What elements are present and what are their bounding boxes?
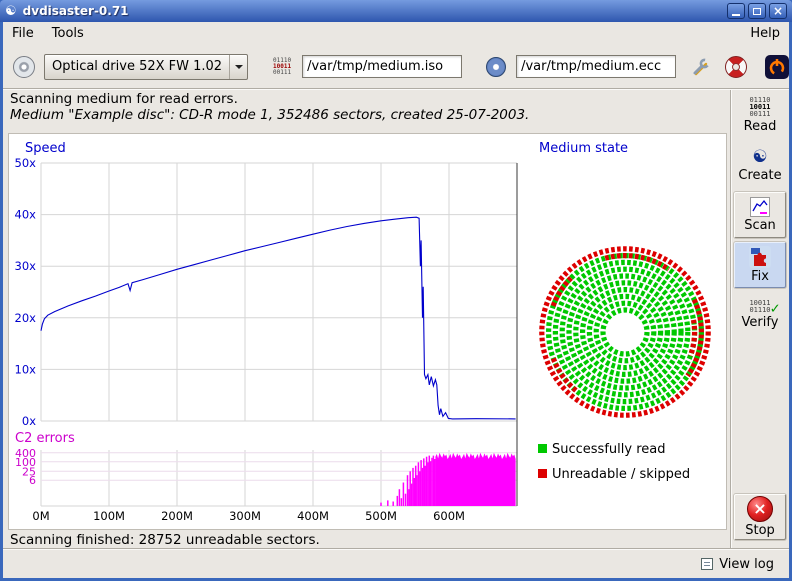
close-icon: ×: [773, 5, 783, 17]
sidebar-separator: [730, 90, 732, 548]
charts-svg: Speed Medium state C2 errors 0M 100M 200M 3…: [9, 134, 726, 529]
quit-button[interactable]: [762, 50, 792, 84]
x-axis-tick: 200M: [161, 509, 193, 523]
chart-panel: Speed Medium state C2 errors 0M 100M 200M 3…: [8, 133, 727, 530]
read-button[interactable]: 01110 10011 00111 Read: [734, 92, 786, 138]
drive-button[interactable]: [9, 50, 39, 84]
binary-icon: 01110 10011 00111: [749, 97, 770, 118]
optical-disc-icon: [13, 56, 35, 78]
ecc-file-button[interactable]: [481, 50, 511, 84]
x-axis-tick: 300M: [229, 509, 261, 523]
c2-area: [435, 453, 515, 506]
binary-row: 01110: [749, 307, 770, 314]
fix-button[interactable]: Fix: [734, 242, 786, 288]
legend-error-swatch: [538, 469, 547, 478]
c2-axis-tick: 6: [29, 474, 36, 487]
ecc-file-icon: [486, 57, 506, 77]
window-title: dvdisaster-0.71: [23, 4, 129, 18]
x-axis-tick: 600M: [433, 509, 465, 523]
status-message: Scanning medium for read errors.: [10, 91, 529, 107]
speed-axis-tick: 30x: [15, 259, 37, 273]
tools-button[interactable]: [686, 50, 716, 84]
chevron-down-icon: [229, 55, 247, 79]
speed-axis-tick: 50x: [15, 156, 37, 170]
medium-state-title: Medium state: [539, 141, 628, 156]
speed-axis-tick: 10x: [15, 362, 37, 376]
fix-button-label: Fix: [751, 269, 769, 284]
x-axis-tick: 500M: [365, 509, 397, 523]
toolbar-separator: [3, 88, 789, 90]
app-window: ☯ dvdisaster-0.71 × File Tools Help Opti…: [0, 0, 792, 581]
verify-button[interactable]: 10011 01110 ✓ Verify: [734, 292, 786, 338]
disc-ring-read: [603, 310, 647, 354]
medium-info: Medium "Example disc": CD-R mode 1, 3524…: [10, 107, 529, 123]
iso-icon-row: 00111: [273, 70, 291, 76]
maximize-icon: [753, 8, 761, 15]
menu-file[interactable]: File: [3, 23, 43, 44]
close-button[interactable]: ×: [769, 3, 787, 19]
ecc-path-input[interactable]: [516, 55, 676, 78]
view-log-label: View log: [719, 557, 774, 572]
puzzle-icon: [749, 246, 771, 268]
view-log-button[interactable]: View log: [693, 554, 782, 575]
menubar: File Tools Help: [3, 22, 789, 45]
menu-tools[interactable]: Tools: [43, 23, 93, 44]
c2-errors-title: C2 errors: [15, 431, 75, 446]
scan-button-label: Scan: [744, 218, 776, 233]
scan-result-status: Scanning finished: 28752 unreadable sect…: [10, 532, 320, 548]
verify-icon: 10011 01110 ✓: [749, 300, 770, 314]
minimize-icon: [732, 14, 740, 16]
disc-ring-read: [569, 276, 681, 388]
disc-error-arc: [690, 320, 694, 356]
status-area: Scanning medium for read errors. Medium …: [10, 91, 529, 123]
create-button-label: Create: [738, 168, 781, 183]
x-axis-tick: 0M: [32, 509, 49, 523]
scan-chart-icon: [750, 197, 770, 217]
speed-axis-tick: 0x: [22, 414, 36, 428]
menu-help[interactable]: Help: [741, 23, 789, 44]
speed-axis-tick: 20x: [15, 311, 37, 325]
iso-image-icon: 01110 10011 00111: [273, 58, 291, 76]
titlebar[interactable]: ☯ dvdisaster-0.71 ×: [0, 0, 792, 22]
maximize-button[interactable]: [748, 3, 766, 19]
legend-error-label: Unreadable / skipped: [552, 467, 690, 482]
read-button-label: Read: [744, 119, 777, 134]
stop-icon: ×: [747, 496, 773, 522]
footer: View log: [3, 550, 789, 578]
legend-read-swatch: [538, 444, 547, 453]
wrench-icon: [690, 56, 712, 78]
iso-path-input[interactable]: [302, 55, 462, 78]
app-icon: ☯: [5, 5, 17, 18]
iso-file-button[interactable]: 01110 10011 00111: [267, 50, 297, 84]
toolbar: Optical drive 52X FW 1.02 01110 10011 00…: [3, 45, 789, 88]
legend-read-label: Successfully read: [552, 442, 665, 457]
stop-button[interactable]: × Stop: [734, 494, 786, 540]
window-controls: ×: [727, 3, 787, 19]
verify-button-label: Verify: [742, 315, 779, 330]
minimize-button[interactable]: [727, 3, 745, 19]
checkmark-icon: ✓: [771, 301, 780, 316]
speed-chart-title: Speed: [25, 141, 66, 156]
binary-row: 00111: [749, 111, 770, 118]
log-icon: [701, 558, 713, 570]
drive-select[interactable]: Optical drive 52X FW 1.02: [44, 54, 248, 80]
x-axis-tick: 100M: [93, 509, 125, 523]
x-axis-tick: 400M: [297, 509, 329, 523]
scan-button[interactable]: Scan: [734, 192, 786, 238]
drive-select-value: Optical drive 52X FW 1.02: [45, 59, 229, 74]
stop-button-label: Stop: [745, 523, 775, 538]
create-button[interactable]: ☯ Create: [734, 142, 786, 188]
power-icon: [765, 55, 789, 79]
speed-axis-tick: 40x: [15, 208, 37, 222]
disc-ring-read: [589, 296, 660, 367]
preferences-button[interactable]: [721, 50, 751, 84]
preferences-icon: [725, 56, 747, 78]
yin-yang-icon: ☯: [752, 147, 767, 167]
